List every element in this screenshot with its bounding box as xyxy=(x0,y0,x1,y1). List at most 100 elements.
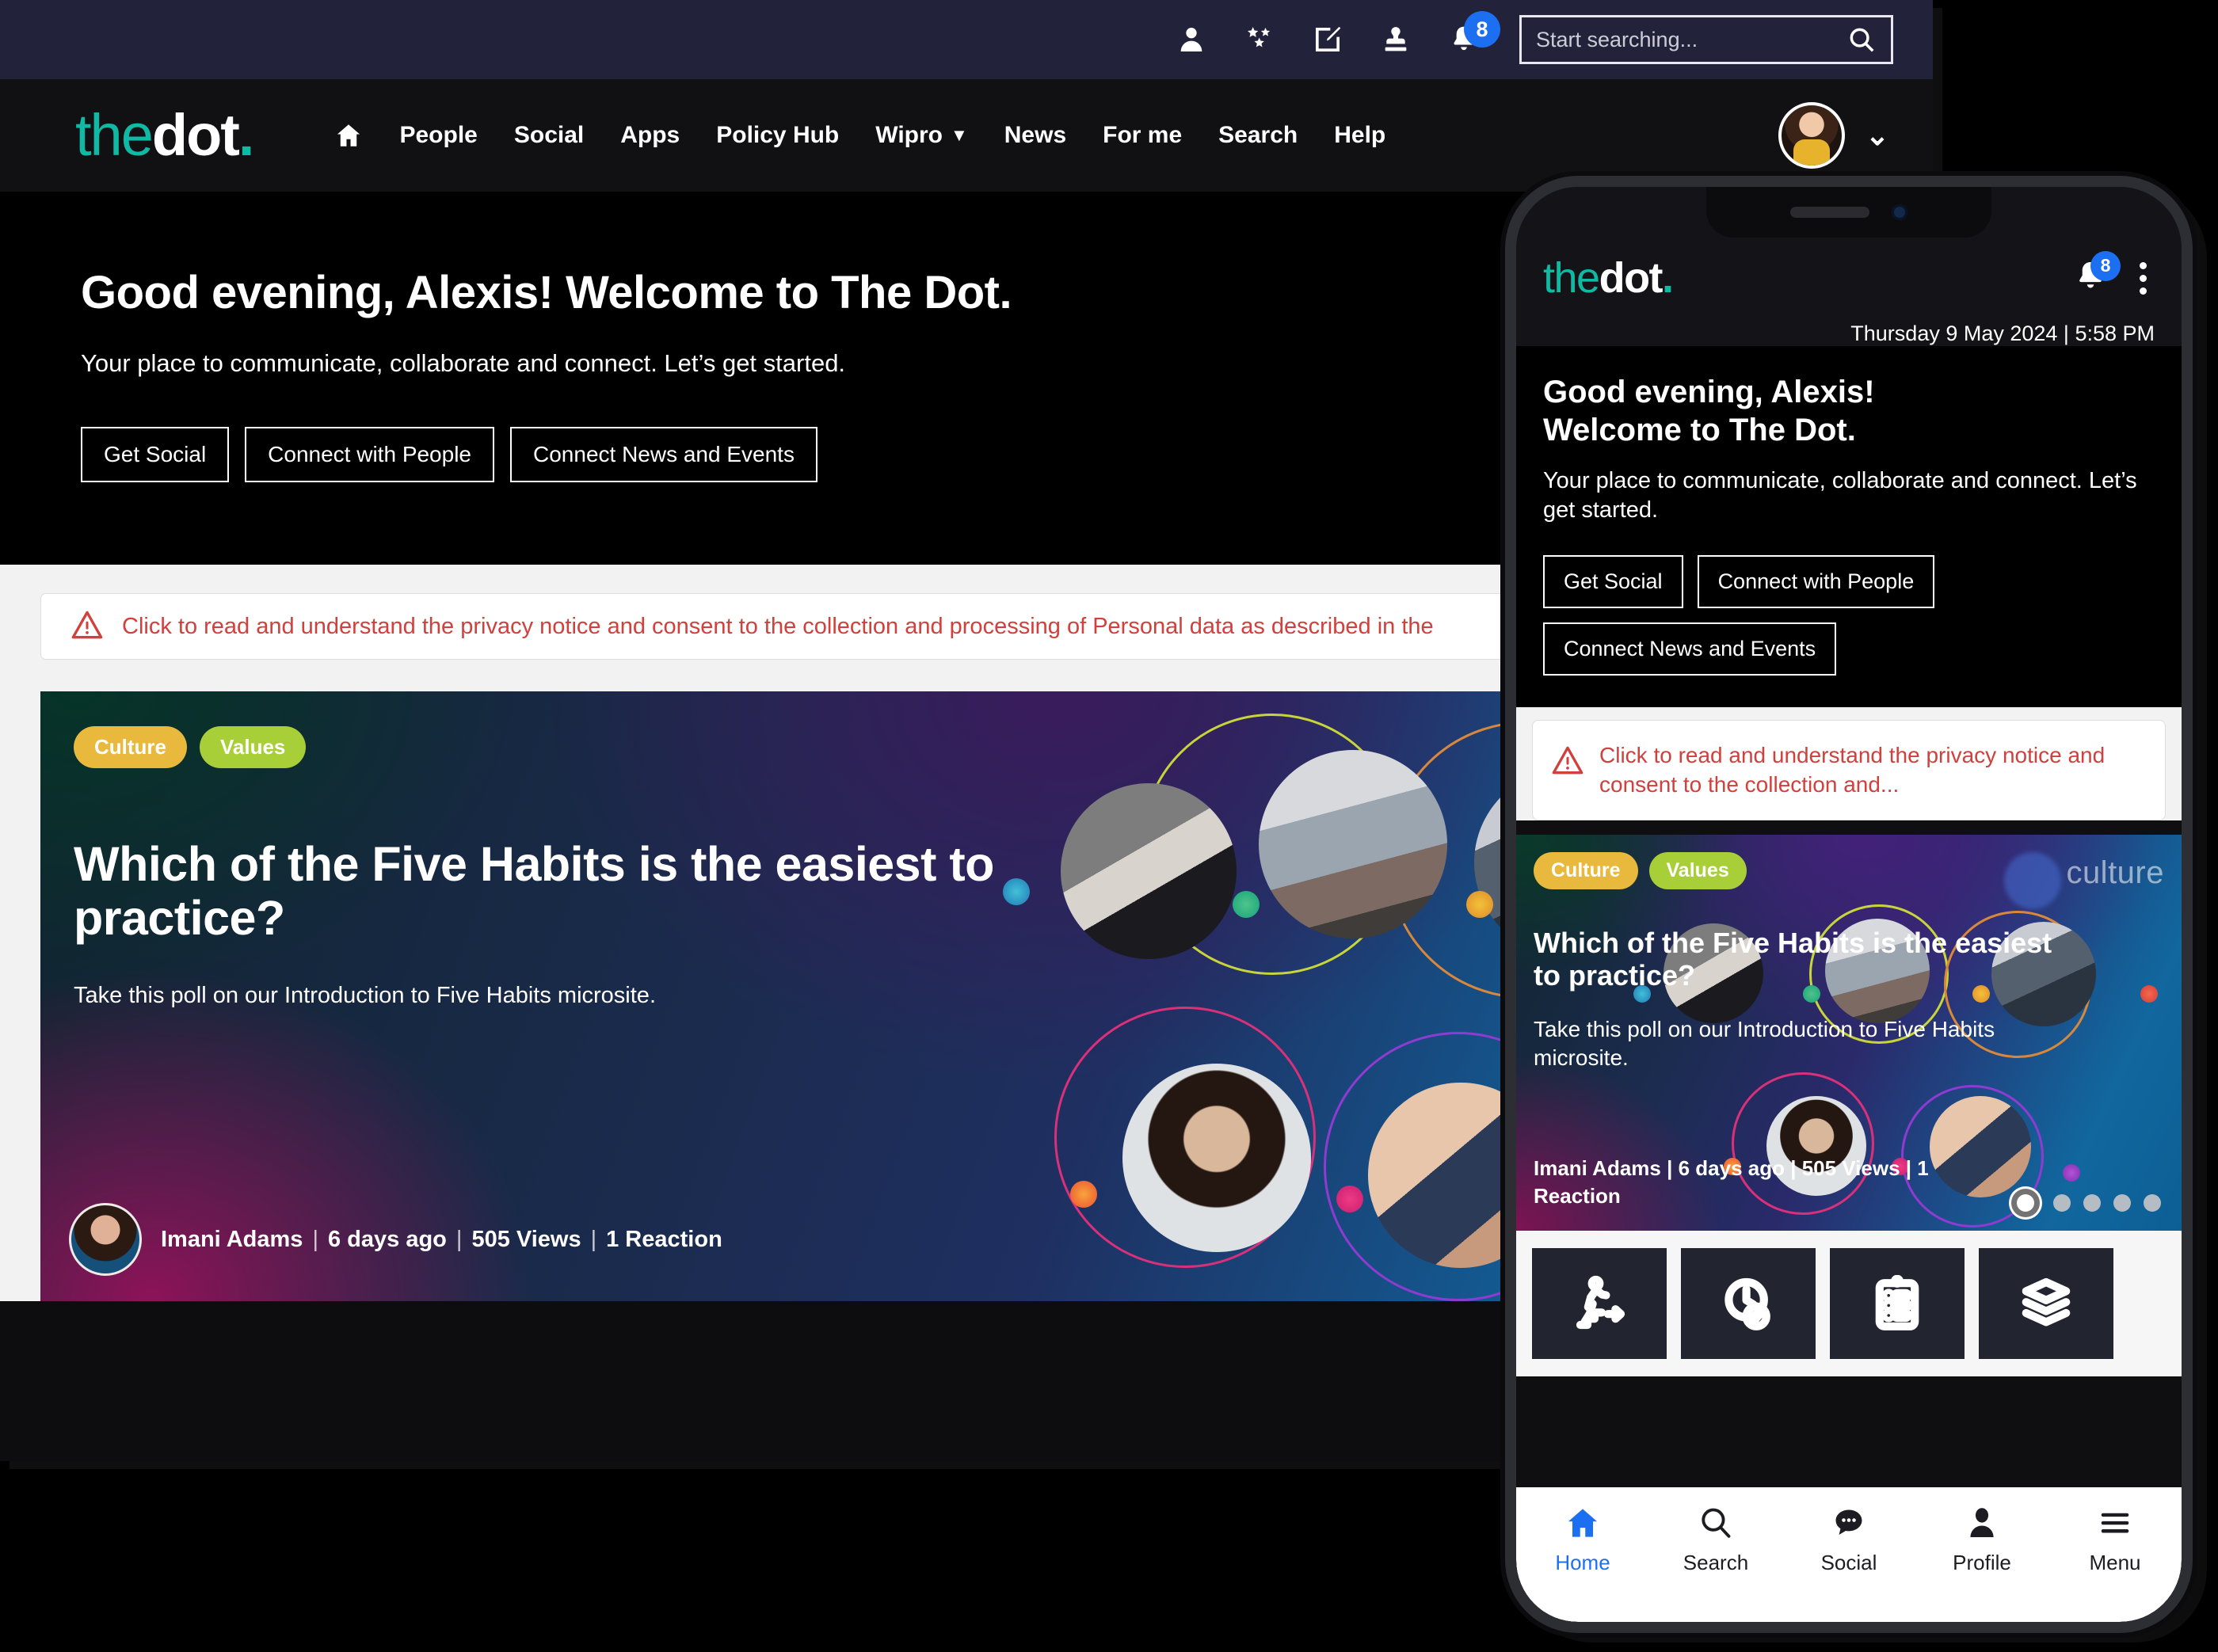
bell-icon[interactable]: 8 xyxy=(1446,11,1500,57)
byline-separator: | xyxy=(455,1226,463,1252)
carousel-dot[interactable] xyxy=(2053,1194,2071,1212)
nav-label: For me xyxy=(1103,122,1183,148)
connect-with-people-button[interactable]: Connect with People xyxy=(245,427,494,482)
carousel-dot[interactable] xyxy=(2113,1194,2131,1212)
logo-dot: dot xyxy=(1599,254,1664,302)
stars-icon[interactable] xyxy=(1242,22,1277,57)
phone-logo[interactable]: thedot. xyxy=(1543,254,1674,302)
nav-label: People xyxy=(399,122,478,148)
documents-icon xyxy=(2022,1277,2071,1327)
tag-values[interactable]: Values xyxy=(200,726,307,768)
search-icon xyxy=(1850,28,1874,52)
phone-hero-subtitle: Your place to communicate, collaborate a… xyxy=(1543,468,2137,523)
phone-speaker xyxy=(1790,207,1869,218)
tag-culture[interactable]: Culture xyxy=(74,726,187,768)
warning-triangle-icon xyxy=(1552,746,1583,775)
home-icon xyxy=(337,124,360,147)
kebab-menu-icon[interactable] xyxy=(2132,259,2155,298)
stamp-icon[interactable] xyxy=(1378,22,1413,57)
featured-story-card[interactable]: culture Culture Values Which of the Five… xyxy=(1516,835,2182,1231)
byline-separator: | xyxy=(590,1226,597,1252)
logo-the: the xyxy=(75,102,154,168)
bottom-nav-label: Search xyxy=(1683,1551,1749,1574)
story-time: 6 days ago xyxy=(327,1226,447,1252)
story-headline: Which of the Five Habits is the easiest … xyxy=(74,837,994,946)
photo-bubble xyxy=(1061,783,1237,959)
logo-dot: dot xyxy=(151,102,240,168)
bottom-nav-profile[interactable]: Profile xyxy=(1923,1505,2041,1575)
bottom-nav-label: Social xyxy=(1820,1551,1877,1574)
byline-text: Imani Adams | 6 days ago | 505 Views | 1 React… xyxy=(161,1227,722,1253)
bottom-nav: Home Search Social Profile Menu xyxy=(1516,1487,2182,1622)
carousel-dot-active[interactable] xyxy=(2017,1194,2034,1212)
notification-badge: 8 xyxy=(1464,11,1500,48)
photo-bubble xyxy=(1122,1064,1311,1252)
get-social-button[interactable]: Get Social xyxy=(1543,555,1683,609)
utility-icon-group: 8 xyxy=(1174,11,1500,57)
connect-with-people-button[interactable]: Connect with People xyxy=(1697,555,1935,609)
logo[interactable]: thedot. xyxy=(75,106,254,165)
decorative-ring xyxy=(1141,714,1403,975)
profile-area[interactable]: ⌄ xyxy=(1778,102,1933,169)
logo-period: . xyxy=(1662,254,1674,302)
tile-time-approval[interactable] xyxy=(1681,1248,1816,1359)
get-social-button[interactable]: Get Social xyxy=(81,427,230,482)
nav-item-for-me[interactable]: For me xyxy=(1103,122,1182,149)
nav-label: Policy Hub xyxy=(716,122,840,148)
person-icon xyxy=(1970,1508,1994,1538)
nav-item-people[interactable]: People xyxy=(399,122,477,149)
compose-icon[interactable] xyxy=(1310,22,1345,57)
connect-news-and-events-button[interactable]: Connect News and Events xyxy=(510,427,817,482)
bottom-nav-home[interactable]: Home xyxy=(1523,1505,1642,1575)
nav-item-news[interactable]: News xyxy=(1004,122,1066,149)
bottom-nav-label: Menu xyxy=(2089,1551,2141,1574)
bottom-nav-menu[interactable]: Menu xyxy=(2056,1505,2174,1575)
bottom-nav-label: Profile xyxy=(1953,1551,2011,1574)
privacy-notice-banner[interactable]: Click to read and understand the privacy… xyxy=(1532,720,2166,820)
nav-item-wipro[interactable]: Wipro ▼ xyxy=(875,122,968,149)
nav-links: People Social Apps Policy Hub Wipro ▼ New… xyxy=(334,121,1385,150)
nav-item-search[interactable]: Search xyxy=(1218,122,1298,149)
carousel-pagination[interactable] xyxy=(2017,1194,2161,1212)
avatar[interactable] xyxy=(1778,102,1845,169)
bottom-nav-search[interactable]: Search xyxy=(1656,1505,1775,1575)
tag-list: Culture Values xyxy=(74,726,307,768)
tile-onboarding[interactable] xyxy=(1532,1248,1667,1359)
tag-culture[interactable]: Culture xyxy=(1534,852,1638,889)
nav-item-apps[interactable]: Apps xyxy=(620,122,680,149)
screenshot-stage: 8 thedot. People Social Apps Policy Hub xyxy=(0,0,2218,1652)
connect-news-and-events-button[interactable]: Connect News and Events xyxy=(1543,622,1837,676)
clock-check-icon xyxy=(1724,1277,1770,1330)
notification-badge: 8 xyxy=(2090,250,2121,281)
nav-item-home[interactable] xyxy=(334,121,363,150)
nav-item-help[interactable]: Help xyxy=(1334,122,1385,149)
nav-label: Apps xyxy=(620,122,680,148)
bottom-nav-social[interactable]: Social xyxy=(1789,1505,1908,1575)
decorative-node xyxy=(1466,891,1493,918)
nav-item-policy-hub[interactable]: Policy Hub xyxy=(716,122,839,149)
search-box[interactable] xyxy=(1519,15,1893,64)
author-name: Imani Adams xyxy=(161,1226,303,1252)
home-icon xyxy=(1568,1509,1598,1537)
tag-values[interactable]: Values xyxy=(1648,852,1747,889)
privacy-notice-text: Click to read and understand the privacy… xyxy=(122,613,1434,639)
person-icon[interactable] xyxy=(1174,22,1209,57)
carousel-dot[interactable] xyxy=(2144,1194,2161,1212)
warning-triangle-icon xyxy=(71,609,103,645)
phone-header-actions: 8 xyxy=(2073,250,2155,298)
tile-documents[interactable] xyxy=(1979,1248,2113,1359)
nav-label: Social xyxy=(513,122,585,148)
carousel-dot[interactable] xyxy=(2083,1194,2101,1212)
hamburger-icon xyxy=(2101,1513,2129,1533)
logo-period: . xyxy=(238,102,255,168)
story-body: Take this poll on our Introduction to Fi… xyxy=(1534,1017,1995,1070)
phone-notch xyxy=(1706,187,1991,238)
nav-item-social[interactable]: Social xyxy=(514,122,584,149)
chevron-down-icon[interactable]: ⌄ xyxy=(1865,121,1889,150)
bell-icon[interactable]: 8 xyxy=(2073,250,2121,298)
tile-checklist[interactable] xyxy=(1830,1248,1965,1359)
decorative-node xyxy=(2063,1164,2080,1182)
chat-bubble-icon xyxy=(1835,1509,1862,1535)
story-reactions: 1 Reaction xyxy=(606,1226,722,1252)
search-input[interactable] xyxy=(1536,27,1846,52)
